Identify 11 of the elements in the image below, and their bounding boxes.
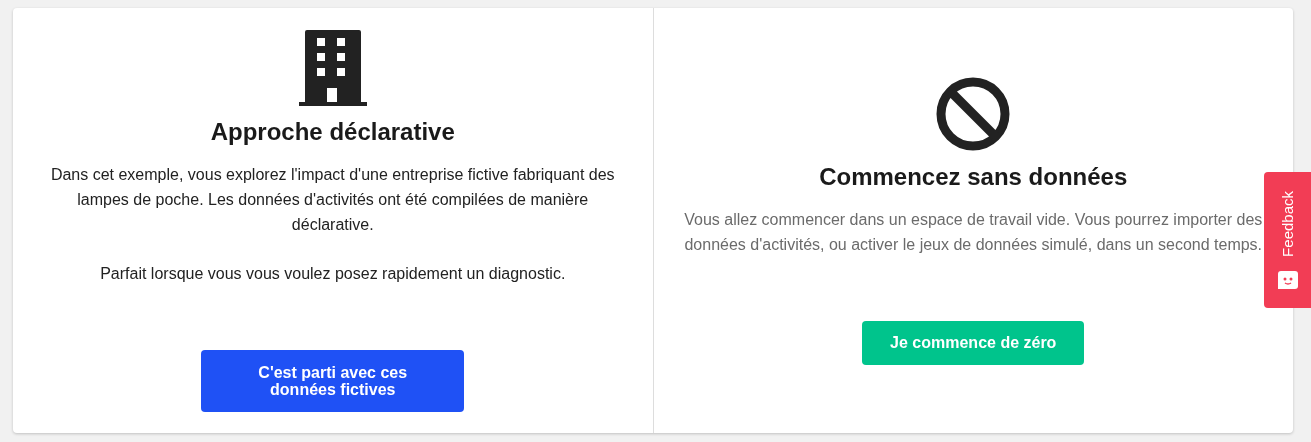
- action-button[interactable]: C'est parti avec ces données fictives: [201, 349, 465, 412]
- action-button[interactable]: Je commence de zéro: [862, 320, 1085, 365]
- description-text: Parfait lorsque vous vous voulez posez rapidement un diagnostic.: [100, 263, 566, 284]
- building-icon: [298, 29, 367, 106]
- prohibited-icon: [936, 76, 1011, 151]
- description-text: Vous allez commencer dans un espace de travail vide. Vous pourrez importer des données d'activités, ou activer le jeux de données simulé, dans un second temps.: [683, 209, 1264, 255]
- smiley-icon: [1277, 270, 1298, 289]
- feedback-tab[interactable]: Feedback: [1264, 172, 1311, 308]
- panel-title: Commencez sans données: [819, 162, 1128, 191]
- description-text: Dans cet exemple, vous explorez l'impact d'une entreprise fictive fabriquant des lampes de poche. Les données d'activités ont été compilées de manière déclarative.: [49, 164, 616, 235]
- panel-title: Approche déclarative: [210, 117, 455, 146]
